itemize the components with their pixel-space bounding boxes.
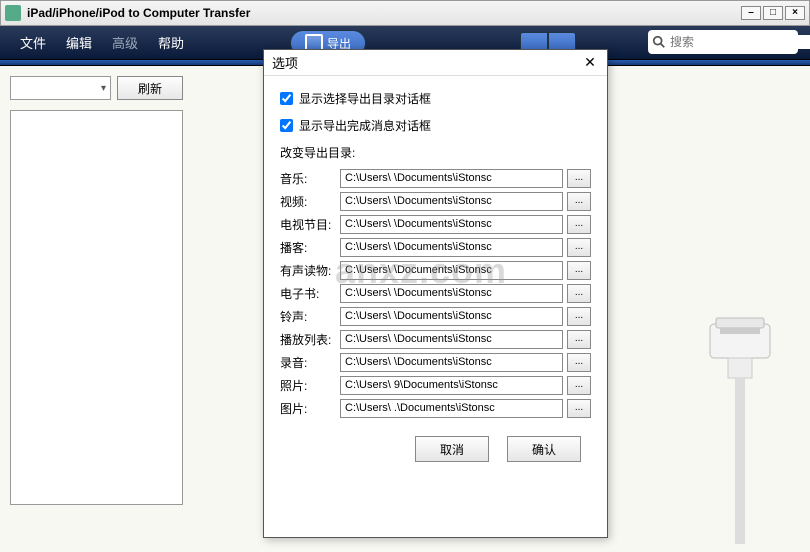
checkbox-show-complete-msg-label: 显示导出完成消息对话框: [299, 117, 431, 134]
search-box[interactable]: ×: [648, 30, 798, 54]
cancel-button[interactable]: 取消: [415, 436, 489, 462]
app-icon: [5, 5, 21, 21]
search-icon: [652, 35, 666, 49]
export-dir-path[interactable]: C:\Users\ \Documents\iStonsc: [340, 215, 563, 234]
export-dir-path[interactable]: C:\Users\ \Documents\iStonsc: [340, 284, 563, 303]
browse-button[interactable]: ...: [567, 353, 591, 372]
checkbox-show-complete-msg-input[interactable]: [280, 119, 293, 132]
dialog-close-button[interactable]: ✕: [581, 54, 599, 72]
export-dir-row: 照片:C:\Users\ 9\Documents\iStonsc...: [280, 376, 591, 395]
checkbox-show-export-dir[interactable]: 显示选择导出目录对话框: [280, 90, 591, 107]
browse-button[interactable]: ...: [567, 307, 591, 326]
export-dir-row: 图片:C:\Users\ .\Documents\iStonsc...: [280, 399, 591, 418]
close-button[interactable]: ×: [785, 6, 805, 20]
device-dropdown[interactable]: [10, 76, 111, 100]
export-dir-path[interactable]: C:\Users\ \Documents\iStonsc: [340, 307, 563, 326]
window-title: iPad/iPhone/iPod to Computer Transfer: [27, 6, 739, 20]
export-dir-label: 录音:: [280, 354, 340, 371]
export-dir-path[interactable]: C:\Users\ \Documents\iStonsc: [340, 192, 563, 211]
change-dir-heading: 改变导出目录:: [280, 144, 591, 161]
browse-button[interactable]: ...: [567, 261, 591, 280]
export-dir-row: 播放列表:C:\Users\ \Documents\iStonsc...: [280, 330, 591, 349]
connector-illustration: [680, 314, 800, 544]
browse-button[interactable]: ...: [567, 399, 591, 418]
export-dir-label: 照片:: [280, 377, 340, 394]
export-dir-path[interactable]: C:\Users\ \Documents\iStonsc: [340, 261, 563, 280]
dialog-titlebar: 选项 ✕: [264, 50, 607, 76]
menu-file[interactable]: 文件: [10, 29, 56, 56]
browse-button[interactable]: ...: [567, 169, 591, 188]
checkbox-show-export-dir-label: 显示选择导出目录对话框: [299, 90, 431, 107]
export-dir-path[interactable]: C:\Users\ \Documents\iStonsc: [340, 169, 563, 188]
refresh-button[interactable]: 刷新: [117, 76, 183, 100]
export-dir-label: 电视节目:: [280, 216, 340, 233]
export-dir-path[interactable]: C:\Users\ \Documents\iStonsc: [340, 353, 563, 372]
export-dir-row: 铃声:C:\Users\ \Documents\iStonsc...: [280, 307, 591, 326]
checkbox-show-export-dir-input[interactable]: [280, 92, 293, 105]
search-input[interactable]: [670, 35, 810, 49]
export-dir-row: 电子书:C:\Users\ \Documents\iStonsc...: [280, 284, 591, 303]
device-tree[interactable]: [10, 110, 183, 505]
export-dir-row: 有声读物:C:\Users\ \Documents\iStonsc...: [280, 261, 591, 280]
export-dir-path[interactable]: C:\Users\ 9\Documents\iStonsc: [340, 376, 563, 395]
minimize-button[interactable]: –: [741, 6, 761, 20]
titlebar: iPad/iPhone/iPod to Computer Transfer – …: [0, 0, 810, 26]
sidebar: 刷新: [0, 66, 193, 552]
export-dir-label: 播放列表:: [280, 331, 340, 348]
options-dialog: 选项 ✕ 显示选择导出目录对话框 显示导出完成消息对话框 改变导出目录: 音乐:…: [263, 49, 608, 538]
checkbox-show-complete-msg[interactable]: 显示导出完成消息对话框: [280, 117, 591, 134]
browse-button[interactable]: ...: [567, 330, 591, 349]
browse-button[interactable]: ...: [567, 192, 591, 211]
browse-button[interactable]: ...: [567, 215, 591, 234]
export-dir-label: 铃声:: [280, 308, 340, 325]
export-dir-path[interactable]: C:\Users\ .\Documents\iStonsc: [340, 399, 563, 418]
export-dir-label: 电子书:: [280, 285, 340, 302]
menu-advanced[interactable]: 高级: [102, 29, 148, 56]
maximize-button[interactable]: □: [763, 6, 783, 20]
dialog-title: 选项: [272, 53, 298, 72]
export-dir-row: 视频:C:\Users\ \Documents\iStonsc...: [280, 192, 591, 211]
browse-button[interactable]: ...: [567, 376, 591, 395]
browse-button[interactable]: ...: [567, 284, 591, 303]
menu-edit[interactable]: 编辑: [56, 29, 102, 56]
export-dir-path[interactable]: C:\Users\ \Documents\iStonsc: [340, 330, 563, 349]
export-dir-row: 录音:C:\Users\ \Documents\iStonsc...: [280, 353, 591, 372]
export-dir-path[interactable]: C:\Users\ \Documents\iStonsc: [340, 238, 563, 257]
ok-button[interactable]: 确认: [507, 436, 581, 462]
export-dir-row: 播客:C:\Users\ \Documents\iStonsc...: [280, 238, 591, 257]
export-dir-label: 图片:: [280, 400, 340, 417]
export-dir-label: 视频:: [280, 193, 340, 210]
export-dir-label: 音乐:: [280, 170, 340, 187]
menu-help[interactable]: 帮助: [148, 29, 194, 56]
export-dir-label: 播客:: [280, 239, 340, 256]
export-dir-label: 有声读物:: [280, 262, 340, 279]
export-dir-row: 电视节目:C:\Users\ \Documents\iStonsc...: [280, 215, 591, 234]
export-dir-row: 音乐:C:\Users\ \Documents\iStonsc...: [280, 169, 591, 188]
browse-button[interactable]: ...: [567, 238, 591, 257]
